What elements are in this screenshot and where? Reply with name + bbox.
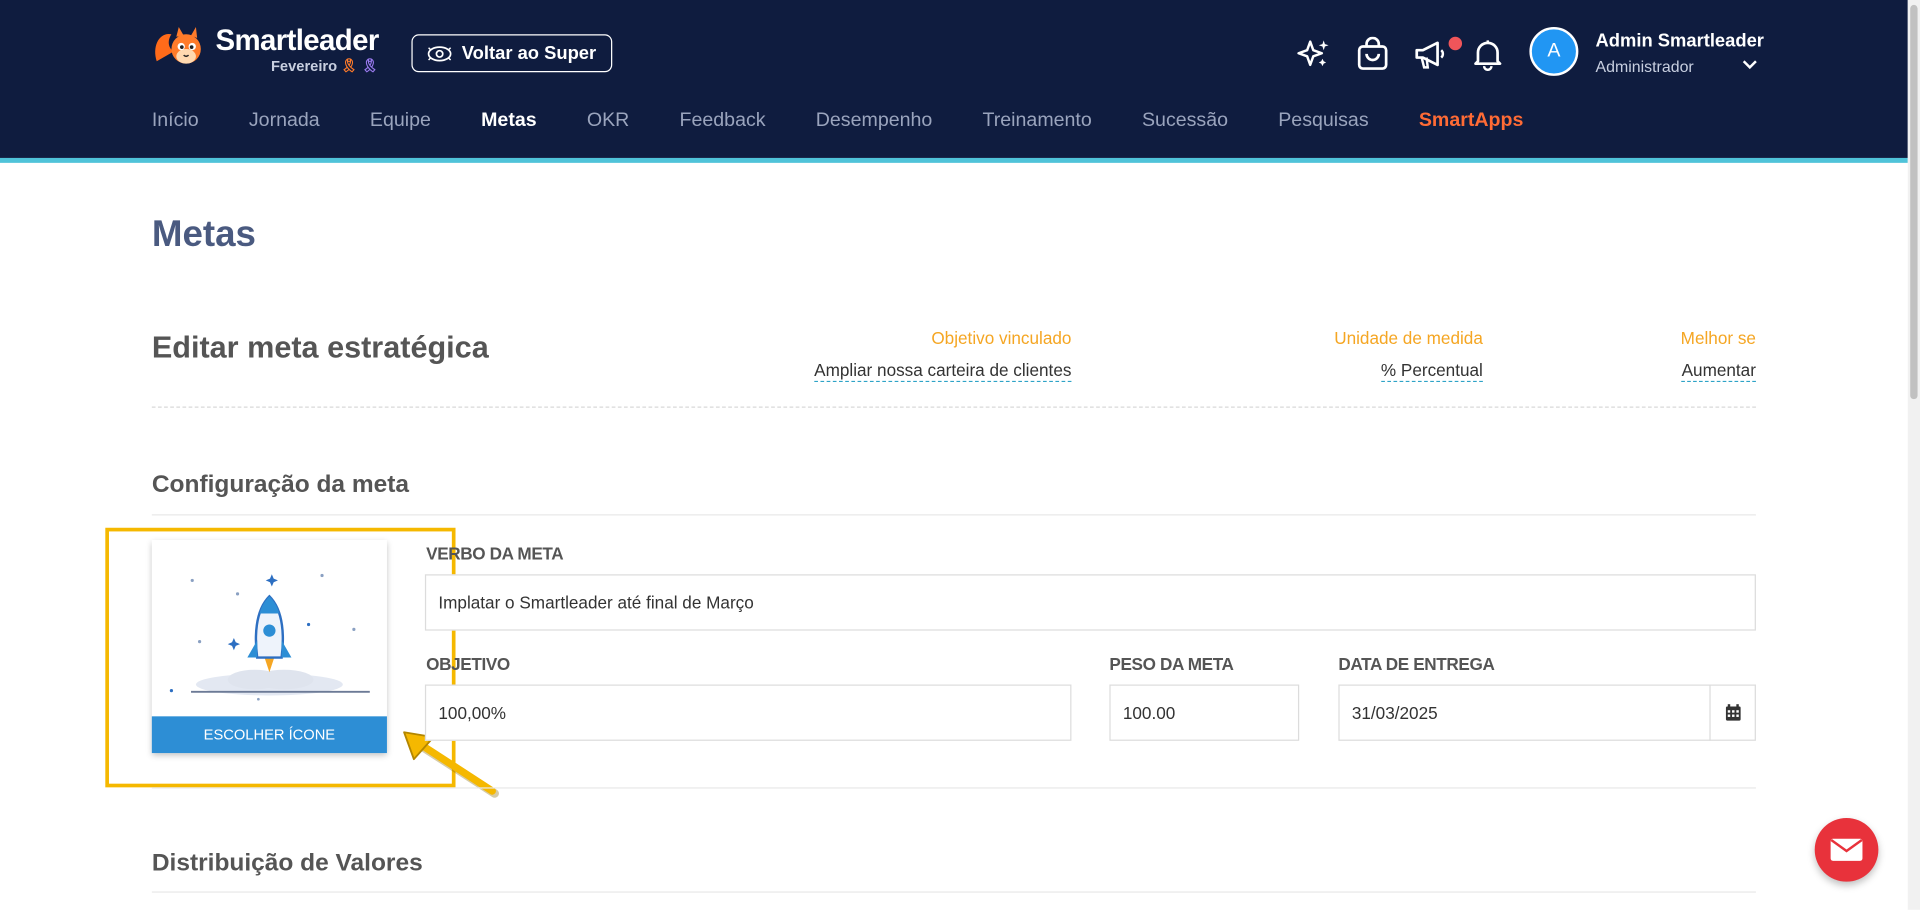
config-section-title: Configuração da meta bbox=[151, 471, 410, 499]
bell-icon[interactable] bbox=[1471, 37, 1505, 71]
distribution-section-divider bbox=[151, 891, 1756, 893]
unit-of-measure: Unidade de medida % Percentual bbox=[1334, 327, 1483, 383]
logo[interactable]: Smartleader Fevereiro 🎗 🎗 bbox=[152, 24, 379, 73]
nav-item-desempenho[interactable]: Desempenho bbox=[816, 110, 933, 132]
nav-item-pesquisas[interactable]: Pesquisas bbox=[1278, 110, 1368, 132]
due-date-input[interactable]: 31/03/2025 bbox=[1338, 684, 1756, 741]
main-nav: Início Jornada Equipe Metas OKR Feedback… bbox=[152, 110, 1574, 132]
due-date-label: DATA DE ENTREGA bbox=[1338, 653, 1495, 674]
goal-verb-input[interactable]: Implatar o Smartleader até final de Març… bbox=[424, 574, 1756, 631]
scrollbar-thumb[interactable] bbox=[1910, 4, 1918, 400]
nav-item-jornada[interactable]: Jornada bbox=[249, 110, 320, 132]
contact-mail-button[interactable] bbox=[1814, 817, 1879, 882]
objective-input[interactable]: 100,00% bbox=[424, 684, 1072, 741]
eye-icon bbox=[427, 45, 452, 61]
envelope-icon bbox=[1830, 838, 1863, 861]
linked-objective-label: Objetivo vinculado bbox=[931, 328, 1072, 348]
calendar-button[interactable] bbox=[1709, 684, 1756, 741]
user-role: Administrador bbox=[1595, 57, 1694, 76]
edit-title: Editar meta estratégica bbox=[151, 330, 489, 365]
avatar[interactable]: A bbox=[1529, 26, 1579, 76]
better-if-value[interactable]: Aumentar bbox=[1681, 359, 1756, 383]
better-if: Melhor se Aumentar bbox=[1680, 327, 1756, 383]
nav-item-okr[interactable]: OKR bbox=[587, 110, 629, 132]
back-to-super-label: Voltar ao Super bbox=[461, 42, 597, 64]
chevron-down-icon[interactable] bbox=[1740, 55, 1760, 75]
unit-of-measure-label: Unidade de medida bbox=[1334, 328, 1483, 348]
better-if-label: Melhor se bbox=[1680, 328, 1756, 348]
sparkle-icon[interactable] bbox=[1297, 37, 1331, 71]
unit-of-measure-value[interactable]: % Percentual bbox=[1380, 359, 1483, 383]
shopping-bag-icon[interactable] bbox=[1356, 36, 1390, 71]
config-section-divider bbox=[151, 514, 1756, 516]
back-to-super-button[interactable]: Voltar ao Super bbox=[411, 34, 613, 73]
calendar-icon bbox=[1725, 704, 1741, 721]
nav-item-treinamento[interactable]: Treinamento bbox=[983, 110, 1092, 132]
nav-item-equipe[interactable]: Equipe bbox=[370, 110, 431, 132]
nav-item-metas[interactable]: Metas bbox=[481, 110, 537, 132]
megaphone-icon[interactable] bbox=[1413, 37, 1447, 71]
nav-item-smartapps[interactable]: SmartApps bbox=[1419, 110, 1524, 132]
user-name[interactable]: Admin Smartleader bbox=[1596, 31, 1764, 52]
goal-verb-label: VERBO DA META bbox=[426, 543, 564, 564]
goal-weight-label: PESO DA META bbox=[1109, 653, 1234, 674]
notification-dot bbox=[1448, 36, 1463, 51]
purple-ribbon-icon: 🎗 bbox=[361, 58, 379, 74]
logo-month: Fevereiro 🎗 🎗 bbox=[271, 59, 379, 74]
header-accent-stripe bbox=[0, 157, 1908, 163]
orange-ribbon-icon: 🎗 bbox=[340, 58, 358, 74]
squirrel-logo-icon bbox=[155, 26, 201, 64]
logo-month-label: Fevereiro bbox=[270, 57, 338, 75]
goal-weight-input[interactable]: 100.00 bbox=[1109, 684, 1300, 741]
linked-objective-value[interactable]: Ampliar nossa carteira de clientes bbox=[814, 359, 1072, 383]
summary-divider bbox=[151, 406, 1756, 408]
nav-item-feedback[interactable]: Feedback bbox=[680, 110, 766, 132]
config-bottom-divider bbox=[151, 787, 1756, 789]
linked-objective: Objetivo vinculado Ampliar nossa carteir… bbox=[814, 327, 1072, 383]
nav-item-sucessao[interactable]: Sucessão bbox=[1142, 110, 1228, 132]
distribution-section-title: Distribuição de Valores bbox=[151, 849, 423, 877]
nav-item-inicio[interactable]: Início bbox=[152, 110, 199, 132]
page-title: Metas bbox=[151, 214, 256, 255]
objective-label: OBJETIVO bbox=[426, 653, 510, 674]
page: Smartleader Fevereiro 🎗 🎗 Voltar ao Supe… bbox=[0, 0, 1920, 910]
logo-name: Smartleader bbox=[215, 24, 380, 58]
